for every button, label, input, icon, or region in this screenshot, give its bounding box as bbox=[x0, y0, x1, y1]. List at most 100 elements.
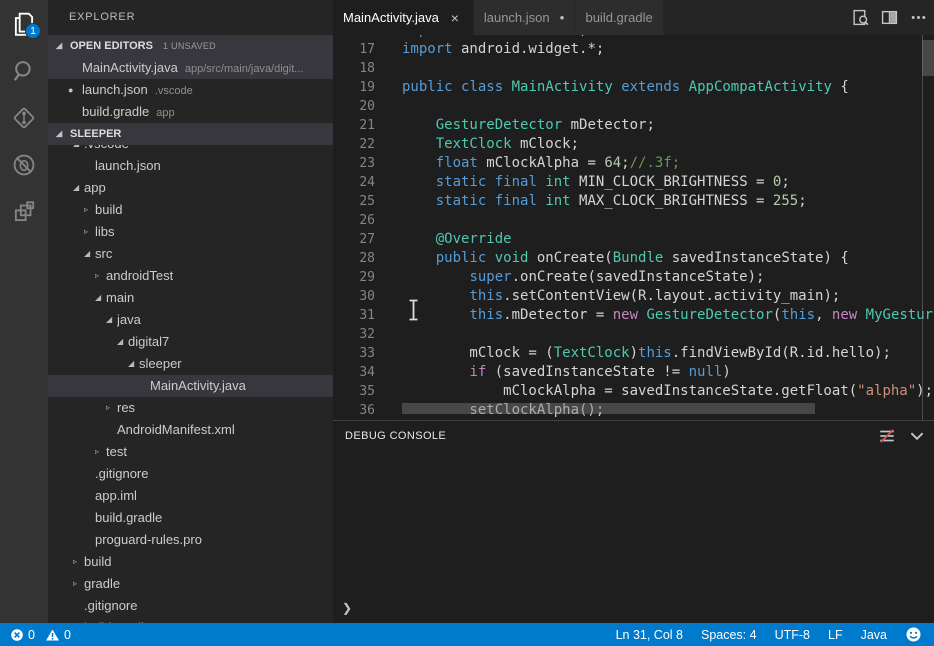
encoding-status[interactable]: UTF-8 bbox=[775, 628, 810, 642]
code-line-20[interactable]: 20 bbox=[333, 97, 934, 116]
chevron-expanded-icon[interactable]: ◢ bbox=[128, 353, 139, 375]
line-number[interactable]: 26 bbox=[333, 211, 375, 230]
debug-console-input[interactable]: ❯ bbox=[333, 601, 934, 619]
chevron-collapsed-icon[interactable]: ▹ bbox=[95, 441, 106, 463]
problems-status[interactable]: 0 0 bbox=[10, 628, 71, 642]
open-editor-item-build-gradle[interactable]: build.gradleapp bbox=[48, 101, 333, 123]
extensions-view-button[interactable] bbox=[0, 188, 48, 235]
chevron-collapsed-icon[interactable]: ▹ bbox=[106, 397, 117, 419]
split-editor-icon[interactable] bbox=[879, 8, 899, 28]
line-number[interactable]: 33 bbox=[333, 344, 375, 363]
tree-item-digital7[interactable]: ◢digital7 bbox=[48, 331, 333, 353]
code-line-18[interactable]: 18 bbox=[333, 59, 934, 78]
code-line-33[interactable]: 33 mClock = (TextClock)this.findViewById… bbox=[333, 344, 934, 363]
code-line-25[interactable]: 25 static final int MAX_CLOCK_BRIGHTNESS… bbox=[333, 192, 934, 211]
chevron-down-icon[interactable] bbox=[908, 427, 926, 445]
line-number[interactable]: 31 bbox=[333, 306, 375, 325]
chevron-expanded-icon[interactable]: ◢ bbox=[95, 287, 106, 309]
tree-item-build[interactable]: ▹build bbox=[48, 199, 333, 221]
debug-view-button[interactable] bbox=[0, 141, 48, 188]
language-mode-status[interactable]: Java bbox=[861, 628, 887, 642]
code-line-34[interactable]: 34 if (savedInstanceState != null) bbox=[333, 363, 934, 382]
project-section-header[interactable]: ◢ SLEEPER bbox=[48, 123, 333, 145]
tree-item-sleeper[interactable]: ◢sleeper bbox=[48, 353, 333, 375]
chevron-collapsed-icon[interactable]: ▹ bbox=[95, 265, 106, 287]
line-number[interactable]: 20 bbox=[333, 97, 375, 116]
code-line-22[interactable]: 22 TextClock mClock; bbox=[333, 135, 934, 154]
line-number[interactable]: 21 bbox=[333, 116, 375, 135]
chevron-collapsed-icon[interactable]: ▹ bbox=[84, 221, 95, 243]
close-icon[interactable]: × bbox=[447, 10, 463, 26]
chevron-collapsed-icon[interactable]: ▹ bbox=[73, 573, 84, 595]
tree-item-src[interactable]: ◢src bbox=[48, 243, 333, 265]
tree-item-app-iml[interactable]: app.iml bbox=[48, 485, 333, 507]
source-control-view-button[interactable] bbox=[0, 94, 48, 141]
code-line-31[interactable]: 31 this.mDetector = new GestureDetector(… bbox=[333, 306, 934, 325]
line-number[interactable]: 27 bbox=[333, 230, 375, 249]
line-number[interactable]: 28 bbox=[333, 249, 375, 268]
chevron-collapsed-icon[interactable]: ▹ bbox=[73, 551, 84, 573]
tab-launch-json[interactable]: launch.json ● bbox=[474, 0, 575, 35]
chevron-expanded-icon[interactable]: ◢ bbox=[73, 177, 84, 199]
code-line-32[interactable]: 32 bbox=[333, 325, 934, 344]
tree-item-build-gradle[interactable]: build.gradle bbox=[48, 507, 333, 529]
cursor-position-status[interactable]: Ln 31, Col 8 bbox=[616, 628, 683, 642]
code-line-30[interactable]: 30 this.setContentView(R.layout.activity… bbox=[333, 287, 934, 306]
open-editors-header[interactable]: ◢ OPEN EDITORS 1 UNSAVED bbox=[48, 35, 333, 57]
chevron-expanded-icon[interactable]: ◢ bbox=[84, 243, 95, 265]
line-number[interactable]: 35 bbox=[333, 382, 375, 401]
search-view-button[interactable] bbox=[0, 47, 48, 94]
line-number[interactable]: 29 bbox=[333, 268, 375, 287]
indentation-status[interactable]: Spaces: 4 bbox=[701, 628, 757, 642]
line-number[interactable]: 24 bbox=[333, 173, 375, 192]
scrollbar-thumb[interactable] bbox=[922, 40, 934, 76]
line-number[interactable]: 19 bbox=[333, 78, 375, 97]
tree-item-main[interactable]: ◢main bbox=[48, 287, 333, 309]
open-editor-item-launch-json[interactable]: ● launch.json.vscode bbox=[48, 79, 333, 101]
code-line-19[interactable]: 19public class MainActivity extends AppC… bbox=[333, 78, 934, 97]
line-number[interactable]: 23 bbox=[333, 154, 375, 173]
editor-horizontal-scrollbar[interactable] bbox=[402, 403, 815, 414]
code-line-27[interactable]: 27 @Override bbox=[333, 230, 934, 249]
code-line-21[interactable]: 21 GestureDetector mDetector; bbox=[333, 116, 934, 135]
code-line-28[interactable]: 28 public void onCreate(Bundle savedInst… bbox=[333, 249, 934, 268]
tree-item-androidtest[interactable]: ▹androidTest bbox=[48, 265, 333, 287]
open-editor-item-mainactivity-java[interactable]: MainActivity.javaapp/src/main/java/digit… bbox=[48, 57, 333, 79]
line-number[interactable]: 18 bbox=[333, 59, 375, 78]
line-number[interactable]: 22 bbox=[333, 135, 375, 154]
explorer-view-button[interactable]: 1 bbox=[0, 0, 48, 47]
code-line-23[interactable]: 23 float mClockAlpha = 64;//.3f; bbox=[333, 154, 934, 173]
line-number[interactable]: 30 bbox=[333, 287, 375, 306]
tree-item-app[interactable]: ◢app bbox=[48, 177, 333, 199]
tree-item-build[interactable]: ▹build bbox=[48, 551, 333, 573]
more-actions-icon[interactable] bbox=[908, 8, 928, 28]
chevron-expanded-icon[interactable]: ◢ bbox=[106, 309, 117, 331]
tab-mainactivity-java[interactable]: MainActivity.java × bbox=[333, 0, 473, 35]
dirty-indicator[interactable]: ● bbox=[560, 13, 565, 22]
eol-status[interactable]: LF bbox=[828, 628, 843, 642]
tree-item-libs[interactable]: ▹libs bbox=[48, 221, 333, 243]
tree-item-res[interactable]: ▹res bbox=[48, 397, 333, 419]
code-line-29[interactable]: 29 super.onCreate(savedInstanceState); bbox=[333, 268, 934, 287]
line-number[interactable]: 17 bbox=[333, 40, 375, 59]
tree-item--gitignore[interactable]: .gitignore bbox=[48, 463, 333, 485]
open-preview-icon[interactable] bbox=[850, 8, 870, 28]
line-number[interactable]: 32 bbox=[333, 325, 375, 344]
feedback-smiley-icon[interactable] bbox=[905, 626, 922, 643]
line-number[interactable]: 36 bbox=[333, 401, 375, 420]
panel-title[interactable]: DEBUG CONSOLE bbox=[345, 430, 446, 442]
tree-item-mainactivity-java[interactable]: MainActivity.java bbox=[48, 375, 333, 397]
code-editor[interactable]: 16import android.view.*;17import android… bbox=[333, 35, 934, 420]
tab-build-gradle[interactable]: build.gradle bbox=[575, 0, 662, 35]
line-number[interactable]: 34 bbox=[333, 363, 375, 382]
chevron-expanded-icon[interactable]: ◢ bbox=[117, 331, 128, 353]
tree-item-launch-json[interactable]: launch.json bbox=[48, 155, 333, 177]
code-line-26[interactable]: 26 bbox=[333, 211, 934, 230]
tree-item-proguard-rules-pro[interactable]: proguard-rules.pro bbox=[48, 529, 333, 551]
code-line-24[interactable]: 24 static final int MIN_CLOCK_BRIGHTNESS… bbox=[333, 173, 934, 192]
chevron-collapsed-icon[interactable]: ▹ bbox=[84, 199, 95, 221]
tree-item-java[interactable]: ◢java bbox=[48, 309, 333, 331]
tree-item--gitignore[interactable]: .gitignore bbox=[48, 595, 333, 617]
tree-item--vscode[interactable]: ◢.vscode bbox=[48, 145, 333, 155]
clear-console-icon[interactable] bbox=[878, 427, 896, 445]
